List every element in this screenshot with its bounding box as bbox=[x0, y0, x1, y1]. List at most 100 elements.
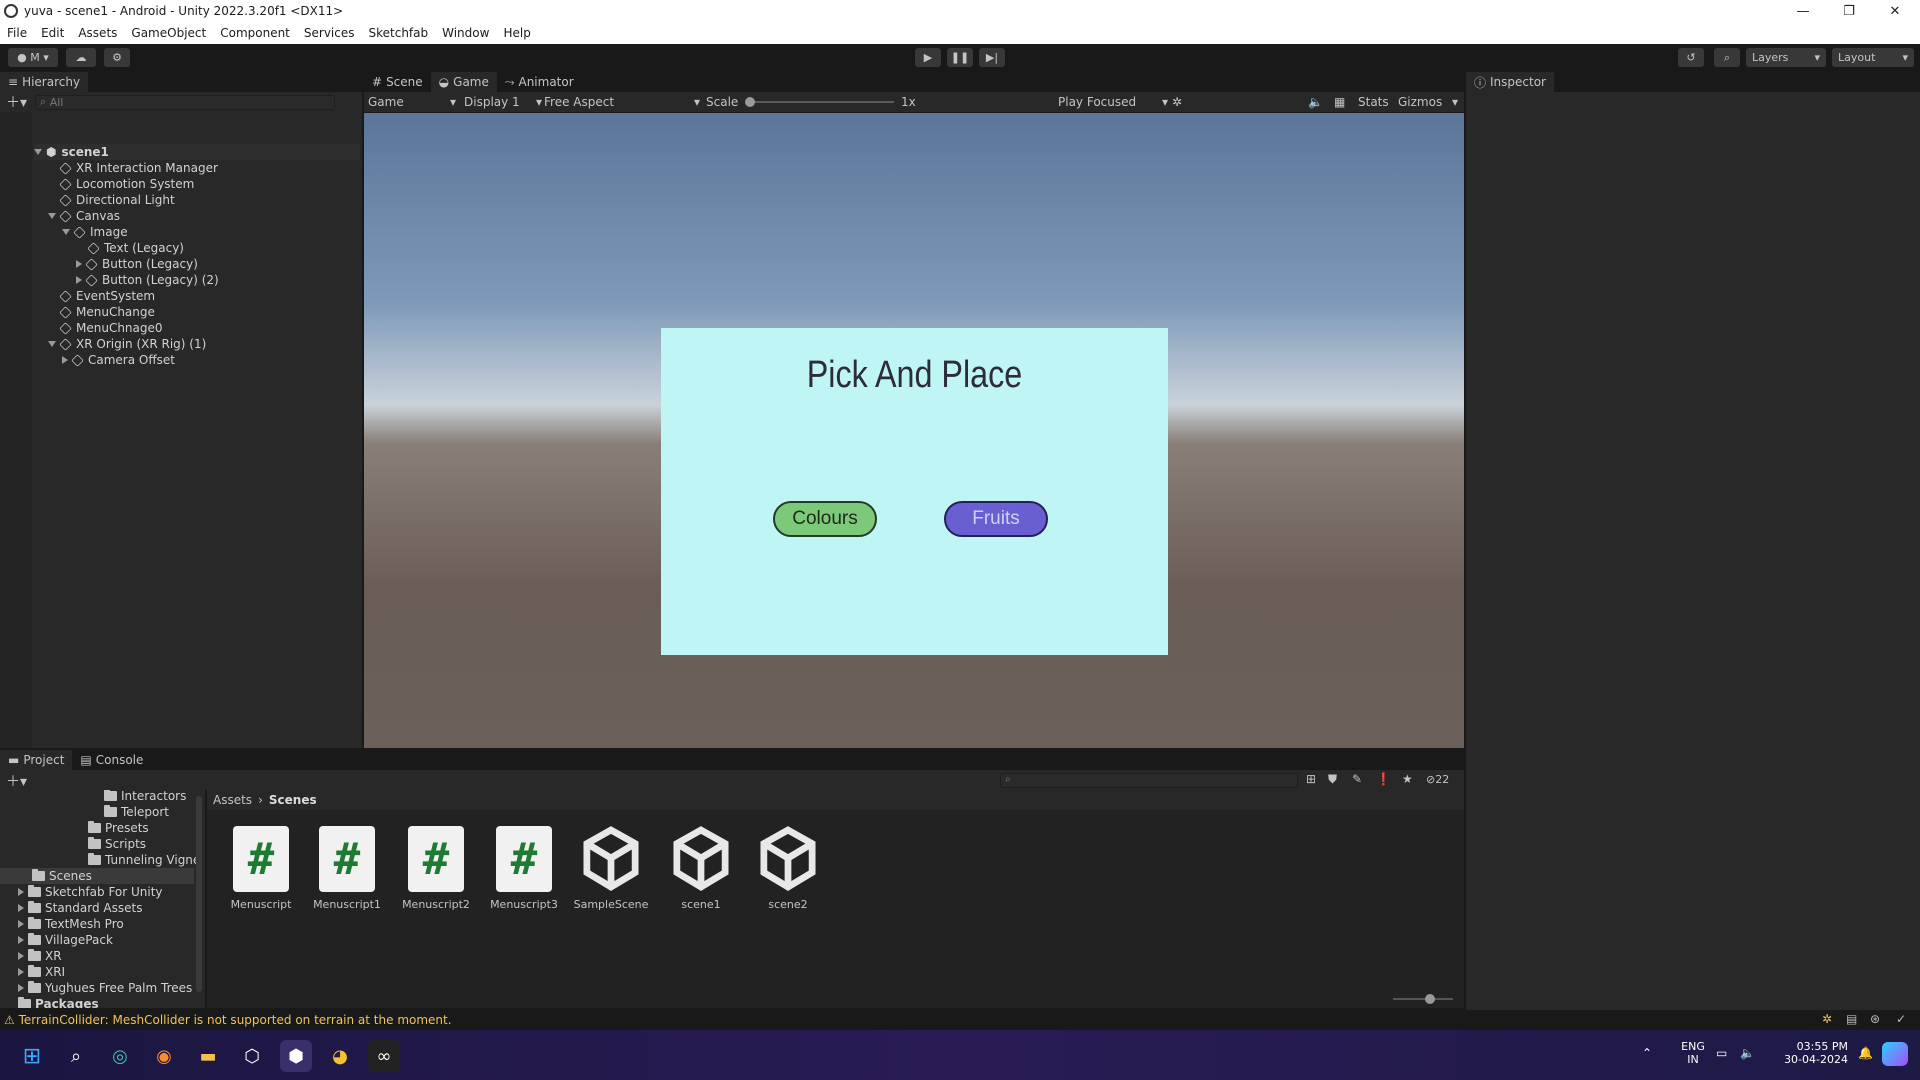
menu-edit[interactable]: Edit bbox=[34, 26, 71, 40]
check-icon[interactable]: ✓ bbox=[1896, 1012, 1906, 1026]
file-explorer-icon[interactable]: ▬ bbox=[192, 1040, 224, 1072]
keyboard-icon[interactable]: ▦ bbox=[1334, 92, 1345, 112]
hierarchy-item[interactable]: EventSystem bbox=[59, 288, 155, 304]
collapsed-icon[interactable] bbox=[18, 904, 24, 912]
asset-item[interactable]: scene2 bbox=[748, 826, 828, 911]
menu-assets[interactable]: Assets bbox=[71, 26, 124, 40]
fruits-button[interactable]: Fruits bbox=[944, 501, 1048, 537]
tree-item[interactable]: Teleport bbox=[104, 804, 169, 820]
tab-project[interactable]: ▬ Project bbox=[0, 750, 73, 770]
scene-row[interactable]: ⬢ scene1 bbox=[34, 144, 360, 160]
play-button[interactable]: ▶ bbox=[915, 48, 941, 67]
error-icon[interactable]: ❗ bbox=[1376, 772, 1391, 786]
scale-slider-thumb[interactable] bbox=[745, 97, 755, 107]
gizmos-dropdown[interactable]: Gizmos ▾ bbox=[1398, 92, 1458, 112]
tab-inspector[interactable]: ⓘ Inspector bbox=[1466, 72, 1554, 92]
tree-item[interactable]: Sketchfab For Unity bbox=[18, 884, 163, 900]
menu-services[interactable]: Services bbox=[297, 26, 362, 40]
collapsed-icon[interactable] bbox=[76, 276, 82, 284]
close-button[interactable]: ✕ bbox=[1872, 0, 1918, 22]
menu-gameobject[interactable]: GameObject bbox=[124, 26, 213, 40]
asset-item[interactable]: # Menuscript1 bbox=[307, 826, 387, 911]
collapsed-icon[interactable] bbox=[18, 920, 24, 928]
maximize-button[interactable]: ❐ bbox=[1826, 0, 1872, 22]
display-dropdown[interactable]: Display 1 ▾ bbox=[464, 92, 542, 112]
tree-item[interactable]: XRI bbox=[18, 964, 65, 980]
asset-item[interactable]: # Menuscript3 bbox=[484, 826, 564, 911]
expand-icon[interactable] bbox=[48, 213, 56, 219]
game-viewport[interactable]: Pick And Place Colours Fruits bbox=[364, 113, 1464, 748]
tab-hierarchy[interactable]: ≡ Hierarchy bbox=[0, 72, 89, 92]
hierarchy-item[interactable]: MenuChnage0 bbox=[59, 320, 163, 336]
tree-item-selected[interactable]: Scenes bbox=[0, 868, 194, 884]
tree-scrollbar[interactable] bbox=[196, 796, 202, 992]
meta-icon[interactable]: ∞ bbox=[368, 1040, 400, 1072]
collapsed-icon[interactable] bbox=[18, 936, 24, 944]
collapsed-icon[interactable] bbox=[18, 968, 24, 976]
expand-icon[interactable] bbox=[48, 341, 56, 347]
chevron-up-icon[interactable]: ⌃ bbox=[1642, 1046, 1652, 1060]
tab-console[interactable]: ▤ Console bbox=[72, 750, 151, 770]
menu-sketchfab[interactable]: Sketchfab bbox=[362, 26, 436, 40]
cloud-button[interactable]: ☁ bbox=[66, 48, 96, 67]
tab-game[interactable]: ◒ Game bbox=[430, 72, 497, 92]
hierarchy-item[interactable]: Directional Light bbox=[59, 192, 175, 208]
unity-editor-icon[interactable]: ⬢ bbox=[280, 1040, 312, 1072]
bug-icon[interactable]: ✲ bbox=[1822, 1012, 1832, 1026]
edge-browser-icon[interactable]: ◎ bbox=[104, 1040, 136, 1072]
tree-item[interactable]: Standard Assets bbox=[18, 900, 142, 916]
firefox-icon[interactable]: ◉ bbox=[148, 1040, 180, 1072]
status-bar[interactable]: ⚠ TerrainCollider: MeshCollider is not s… bbox=[0, 1010, 1920, 1030]
tree-item[interactable]: VillagePack bbox=[18, 932, 113, 948]
asset-item[interactable]: # Menuscript2 bbox=[396, 826, 476, 911]
layout-dropdown[interactable]: Layout ▾ bbox=[1832, 48, 1914, 67]
zoom-slider-track[interactable] bbox=[1393, 998, 1453, 1000]
collapsed-icon[interactable] bbox=[18, 888, 24, 896]
search-icon[interactable]: ⌕ bbox=[60, 1040, 92, 1072]
layers-dropdown[interactable]: Layers ▾ bbox=[1746, 48, 1826, 67]
network-icon[interactable]: ⊛ bbox=[1870, 1012, 1880, 1026]
tab-scene[interactable]: # Scene bbox=[364, 72, 431, 92]
menu-help[interactable]: Help bbox=[496, 26, 537, 40]
menu-file[interactable]: File bbox=[0, 26, 34, 40]
step-button[interactable]: ▶| bbox=[979, 48, 1005, 67]
hierarchy-item[interactable]: Text (Legacy) bbox=[87, 240, 184, 256]
add-icon[interactable]: ＋▾ bbox=[6, 92, 27, 112]
clock[interactable]: 03:55 PM 30-04-2024 bbox=[1772, 1040, 1848, 1066]
tree-item[interactable]: Interactors bbox=[104, 790, 186, 804]
zoom-slider-thumb[interactable] bbox=[1425, 994, 1435, 1004]
expand-icon[interactable] bbox=[34, 149, 42, 155]
account-button[interactable]: ● M ▾ bbox=[8, 48, 58, 67]
history-button[interactable]: ↺ bbox=[1678, 48, 1704, 67]
tree-item[interactable]: Yughues Free Palm Trees bbox=[18, 980, 192, 996]
hierarchy-item[interactable]: Button (Legacy) (2) bbox=[76, 272, 219, 288]
hierarchy-item[interactable]: Button (Legacy) bbox=[76, 256, 198, 272]
scale-slider-track[interactable] bbox=[748, 101, 894, 103]
project-search-input[interactable]: ⌕ bbox=[1000, 773, 1298, 788]
hidden-count[interactable]: ⊘22 bbox=[1426, 773, 1449, 786]
hierarchy-item[interactable]: XR Interaction Manager bbox=[59, 160, 218, 176]
tree-item[interactable]: Packages bbox=[18, 996, 99, 1008]
asset-item[interactable]: scene1 bbox=[661, 826, 741, 911]
tree-item[interactable]: TextMesh Pro bbox=[18, 916, 124, 932]
tree-item[interactable]: XR bbox=[18, 948, 62, 964]
hierarchy-item[interactable]: Canvas bbox=[48, 208, 120, 224]
expand-icon[interactable] bbox=[62, 229, 70, 235]
asset-item[interactable]: SampleScene bbox=[571, 826, 651, 911]
filter-label-icon[interactable]: ⛊ bbox=[1328, 772, 1337, 787]
network-icon[interactable]: ▭ bbox=[1716, 1046, 1727, 1060]
menu-window[interactable]: Window bbox=[435, 26, 496, 40]
notification-bell-icon[interactable]: 🔔 bbox=[1858, 1046, 1873, 1060]
asset-item[interactable]: # Menuscript bbox=[221, 826, 301, 911]
windows-start-icon[interactable]: ⊞ bbox=[16, 1040, 48, 1072]
search-button[interactable]: ⌕ bbox=[1714, 48, 1740, 67]
unity-hub-icon[interactable]: ⬡ bbox=[236, 1040, 268, 1072]
view-mode-dropdown[interactable]: Game ▾ bbox=[368, 92, 456, 112]
collapsed-icon[interactable] bbox=[18, 984, 24, 992]
tree-item[interactable]: Presets bbox=[88, 820, 149, 836]
tab-animator[interactable]: ⤳ Animator bbox=[497, 72, 582, 92]
colours-button[interactable]: Colours bbox=[773, 501, 877, 537]
speaker-icon[interactable]: 🔈 bbox=[1740, 1046, 1755, 1060]
collapsed-icon[interactable] bbox=[76, 260, 82, 268]
storage-icon[interactable]: ▤ bbox=[1846, 1012, 1857, 1026]
